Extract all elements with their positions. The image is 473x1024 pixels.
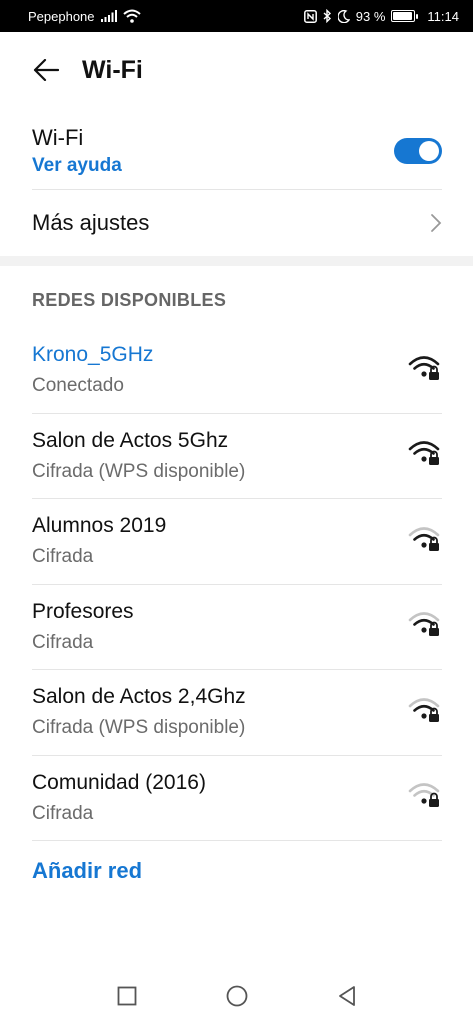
signal-icon: [100, 10, 117, 22]
wifi-toggle-switch[interactable]: [394, 137, 442, 164]
moon-icon: [337, 9, 350, 23]
network-text: Comunidad (2016) Cifrada: [32, 771, 206, 825]
wifi-lock-icon: [408, 525, 442, 558]
network-item[interactable]: Profesores Cifrada: [32, 585, 442, 670]
network-text: Krono_5GHz Conectado: [32, 343, 153, 397]
network-text: Salon de Actos 5Ghz Cifrada (WPS disponib…: [32, 429, 245, 483]
wifi-icon: [122, 9, 141, 23]
nfc-icon: [303, 9, 317, 23]
network-name: Salon de Actos 2,4Ghz: [32, 685, 246, 709]
status-bar: Pepephone 93 % 11:14: [0, 0, 473, 32]
clock: 11:14: [427, 8, 459, 24]
home-button[interactable]: [222, 981, 252, 1011]
network-item[interactable]: Alumnos 2019 Cifrada: [32, 499, 442, 585]
wifi-lock-icon: [408, 610, 442, 643]
app-header: Wi-Fi: [0, 32, 473, 108]
network-status: Cifrada (WPS disponible): [32, 460, 246, 482]
network-text: Profesores Cifrada: [32, 600, 134, 654]
more-settings-row[interactable]: Más ajustes: [32, 190, 442, 256]
carrier-name: Pepephone: [28, 8, 95, 24]
wifi-lock-icon: [408, 781, 442, 814]
page-title: Wi-Fi: [82, 55, 143, 84]
navigation-bar: [0, 968, 473, 1024]
toggle-knob: [419, 140, 439, 161]
back-nav-button[interactable]: [332, 981, 362, 1011]
bluetooth-icon: [323, 9, 332, 23]
section-title: REDES DISPONIBLES: [32, 290, 227, 310]
network-name: Alumnos 2019: [32, 514, 167, 538]
help-link[interactable]: Ver ayuda: [32, 155, 122, 177]
battery-icon: [391, 10, 419, 22]
circle-icon: [226, 985, 247, 1007]
network-text: Salon de Actos 2,4Ghz Cifrada (WPS dispon…: [32, 685, 246, 739]
back-arrow-icon: [33, 59, 59, 81]
network-name: Salon de Actos 5Ghz: [32, 428, 229, 452]
network-text: Alumnos 2019 Cifrada: [32, 514, 166, 568]
battery-percent: 93 %: [355, 8, 386, 24]
battery-level: [393, 12, 413, 20]
chevron-right-icon: [431, 214, 442, 232]
recents-button[interactable]: [112, 981, 142, 1011]
network-item[interactable]: Krono_5GHz Conectado: [32, 328, 442, 414]
wifi-toggle-row: Wi-Fi Ver ayuda: [32, 112, 442, 190]
network-status: Cifrada: [32, 546, 94, 568]
network-name: Krono_5GHz: [32, 343, 154, 367]
square-icon: [117, 986, 136, 1006]
back-button[interactable]: [16, 40, 76, 100]
more-settings-label: Más ajustes: [32, 210, 150, 235]
wifi-lock-icon: [408, 439, 442, 472]
wifi-label: Wi-Fi: [32, 124, 84, 150]
triangle-back-icon: [338, 986, 355, 1006]
section-divider: [0, 256, 473, 266]
wifi-lock-icon: [408, 696, 442, 729]
network-status: Cifrada (WPS disponible): [32, 717, 246, 739]
network-name: Profesores: [32, 599, 134, 623]
network-item[interactable]: Salon de Actos 2,4Ghz Cifrada (WPS dispon…: [32, 670, 442, 756]
network-item[interactable]: Comunidad (2016) Cifrada: [32, 756, 442, 841]
wifi-lock-icon: [408, 354, 442, 387]
network-status: Cifrada: [32, 631, 94, 653]
network-item[interactable]: Salon de Actos 5Ghz Cifrada (WPS disponib…: [32, 414, 442, 499]
network-status: Cifrada: [32, 802, 94, 824]
network-name: Comunidad (2016): [32, 770, 206, 794]
network-status: Conectado: [32, 375, 124, 397]
network-list: Krono_5GHz Conectado Salon de Actos 5Ghz Ci…: [32, 328, 442, 841]
add-network-button[interactable]: Añadir red: [32, 858, 142, 884]
